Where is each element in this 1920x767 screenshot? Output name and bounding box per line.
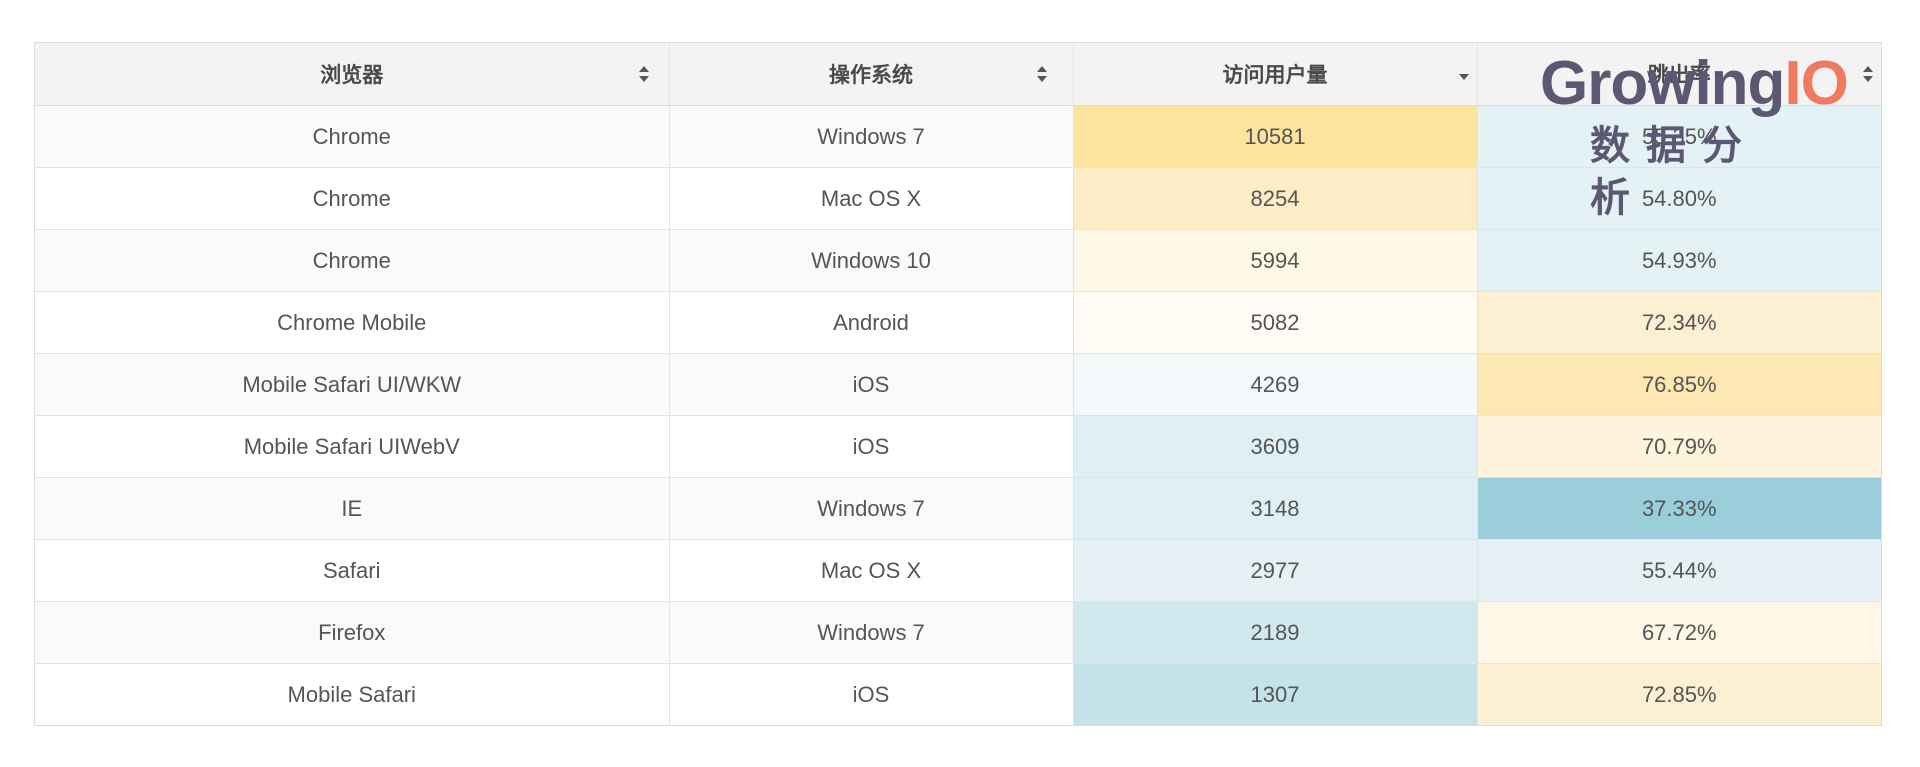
stage: 浏览器 操作系统 访问用户量 跳出率 Chrome Windows 7 1058… (0, 0, 1920, 767)
cell-browser: Safari (35, 539, 670, 602)
cell-os: iOS (669, 663, 1074, 725)
cell-bounce-rate: 72.85% (1477, 663, 1881, 725)
table-row[interactable]: Mobile Safari UIWebV iOS 3609 70.79% (35, 415, 1881, 478)
table-row[interactable]: IE Windows 7 3148 37.33% (35, 477, 1881, 540)
cell-os: Windows 7 (669, 105, 1074, 168)
logo-word-main: Growing (1540, 49, 1785, 118)
column-header-label: 浏览器 (320, 64, 384, 87)
cell-browser: Chrome (35, 105, 670, 168)
cell-os: Mac OS X (669, 167, 1074, 230)
table-row[interactable]: Chrome Mobile Android 5082 72.34% (35, 291, 1881, 354)
column-header-label: 访问用户量 (1222, 64, 1328, 87)
cell-bounce-rate: 76.85% (1477, 353, 1881, 416)
cell-browser: Firefox (35, 601, 670, 664)
cell-os: Windows 10 (669, 229, 1074, 292)
cell-users: 10581 (1073, 105, 1478, 168)
logo-subtitle: 数据分析 (1590, 123, 1758, 221)
sort-desc-icon[interactable] (1458, 63, 1470, 85)
logo-wordmark: GrowingIO (1540, 48, 1849, 120)
cell-os: Windows 7 (669, 601, 1074, 664)
column-header-os[interactable]: 操作系统 (669, 43, 1074, 106)
cell-bounce-rate: 37.33% (1477, 477, 1881, 540)
sort-both-icon[interactable] (638, 63, 650, 85)
sort-both-icon[interactable] (1862, 63, 1874, 85)
cell-bounce-rate: 54.93% (1477, 229, 1881, 292)
sort-both-icon[interactable] (1036, 63, 1048, 85)
cell-browser: Mobile Safari (35, 663, 670, 725)
cell-bounce-rate: 72.34% (1477, 291, 1881, 354)
cell-bounce-rate: 67.72% (1477, 601, 1881, 664)
column-header-label: 操作系统 (829, 64, 913, 87)
cell-users: 1307 (1073, 663, 1478, 725)
cell-os: Android (669, 291, 1074, 354)
cell-users: 3609 (1073, 415, 1478, 478)
cell-os: iOS (669, 415, 1074, 478)
cell-browser: IE (35, 477, 670, 540)
cell-bounce-rate: 55.44% (1477, 539, 1881, 602)
column-header-browser[interactable]: 浏览器 (35, 43, 670, 106)
table-row[interactable]: Safari Mac OS X 2977 55.44% (35, 539, 1881, 602)
cell-os: Mac OS X (669, 539, 1074, 602)
cell-users: 8254 (1073, 167, 1478, 230)
cell-browser: Mobile Safari UI/WKW (35, 353, 670, 416)
cell-users: 5994 (1073, 229, 1478, 292)
cell-users: 2189 (1073, 601, 1478, 664)
table-row[interactable]: Mobile Safari UI/WKW iOS 4269 76.85% (35, 353, 1881, 416)
cell-users: 3148 (1073, 477, 1478, 540)
cell-browser: Chrome Mobile (35, 291, 670, 354)
cell-browser: Chrome (35, 229, 670, 292)
column-header-users[interactable]: 访问用户量 (1073, 43, 1478, 106)
cell-browser: Mobile Safari UIWebV (35, 415, 670, 478)
cell-users: 5082 (1073, 291, 1478, 354)
growingio-logo: GrowingIO 数据分析 (1540, 48, 1849, 221)
table-row[interactable]: Chrome Windows 10 5994 54.93% (35, 229, 1881, 292)
table-row[interactable]: Mobile Safari iOS 1307 72.85% (35, 663, 1881, 725)
cell-bounce-rate: 70.79% (1477, 415, 1881, 478)
cell-os: iOS (669, 353, 1074, 416)
cell-browser: Chrome (35, 167, 670, 230)
table-row[interactable]: Firefox Windows 7 2189 67.72% (35, 601, 1881, 664)
cell-users: 2977 (1073, 539, 1478, 602)
logo-word-accent: IO (1784, 49, 1848, 118)
cell-users: 4269 (1073, 353, 1478, 416)
cell-os: Windows 7 (669, 477, 1074, 540)
